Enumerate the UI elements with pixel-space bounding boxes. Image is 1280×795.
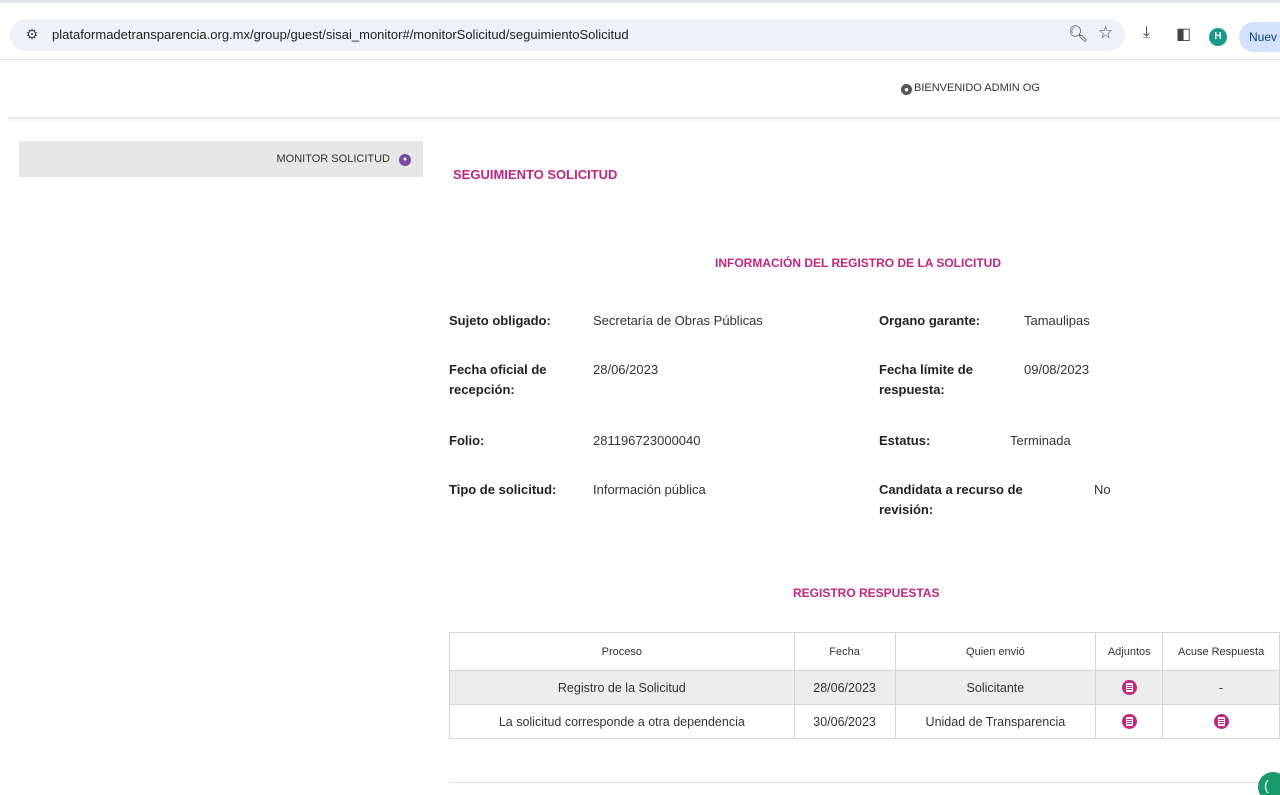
fecha-oficial-label: Fecha oficial de recepción: bbox=[449, 362, 547, 397]
sujeto-obligado-value: Secretaría de Obras Públicas bbox=[593, 313, 763, 328]
organo-garante-value: Tamaulipas bbox=[1024, 313, 1090, 328]
fecha-limite-value: 09/08/2023 bbox=[1024, 362, 1090, 377]
cell-fecha: 28/06/2023 bbox=[793, 670, 896, 705]
chat-help-button[interactable]: ( bbox=[1258, 772, 1280, 795]
candidata-recurso-label: Candidata a recurso de revisión: bbox=[879, 482, 1023, 517]
cell-acuse bbox=[1162, 704, 1280, 739]
cell-adjuntos bbox=[1095, 670, 1164, 705]
header-shadow bbox=[8, 117, 1280, 121]
table-row: La solicitud corresponde a otra dependen… bbox=[449, 704, 1280, 739]
column-header-adjuntos: Adjuntos bbox=[1095, 632, 1164, 671]
estatus-label: Estatus: bbox=[879, 433, 931, 448]
column-header-fecha: Fecha bbox=[793, 632, 896, 671]
address-bar[interactable]: ⚙ plataformadetransparencia.org.mx/group… bbox=[10, 19, 1125, 51]
url-text[interactable]: plataformadetransparencia.org.mx/group/g… bbox=[52, 27, 629, 42]
new-chrome-button[interactable]: Nuev bbox=[1239, 22, 1280, 52]
monitor-icon: ● bbox=[399, 154, 411, 166]
cell-quien-envio: Solicitante bbox=[894, 670, 1097, 705]
sujeto-obligado-label: Sujeto obligado: bbox=[449, 313, 551, 328]
estatus-value: Terminada bbox=[1010, 433, 1071, 448]
tipo-solicitud-value: Información pública bbox=[593, 482, 706, 497]
cell-quien-envio: Unidad de Transparencia bbox=[894, 704, 1097, 739]
file-icon[interactable] bbox=[1213, 714, 1229, 730]
fecha-limite-label: Fecha límite de respuesta: bbox=[879, 362, 973, 397]
welcome-text: BIENVENIDO ADMIN OG bbox=[914, 82, 1040, 94]
file-icon[interactable] bbox=[1121, 680, 1137, 696]
zoom-icon[interactable]: 🔍︎ bbox=[1068, 24, 1088, 44]
candidata-recurso-value: No bbox=[1094, 482, 1111, 497]
sidebar-item-label: MONITOR SOLICITUD bbox=[276, 153, 390, 165]
browser-toolbar: ⚙ plataformadetransparencia.org.mx/group… bbox=[0, 0, 1280, 60]
sidebar-item-monitor-solicitud[interactable]: MONITOR SOLICITUD ● bbox=[19, 141, 423, 177]
download-icon[interactable]: ⤓ bbox=[1143, 24, 1150, 42]
cell-proceso: Registro de la Solicitud bbox=[449, 670, 795, 705]
side-panel-icon[interactable]: ◧ bbox=[1176, 24, 1191, 44]
cell-fecha: 30/06/2023 bbox=[793, 704, 896, 739]
responses-section-title: REGISTRO RESPUESTAS bbox=[793, 586, 940, 600]
info-section-title: INFORMACIÓN DEL REGISTRO DE LA SOLICITUD bbox=[715, 256, 1002, 270]
fecha-oficial-value: 28/06/2023 bbox=[593, 362, 659, 377]
file-icon[interactable] bbox=[1121, 714, 1137, 730]
table-row: Registro de la Solicitud 28/06/2023 Soli… bbox=[449, 670, 1280, 705]
cell-proceso: La solicitud corresponde a otra dependen… bbox=[449, 704, 795, 739]
folio-value: 281196723000040 bbox=[593, 433, 701, 448]
profile-avatar[interactable]: H bbox=[1209, 28, 1227, 46]
responses-table: Proceso Fecha Quien envió Adjuntos Acuse… bbox=[449, 632, 1280, 739]
site-settings-icon[interactable]: ⚙ bbox=[24, 26, 40, 43]
cell-acuse: - bbox=[1162, 670, 1280, 705]
page-title: SEGUIMIENTO SOLICITUD bbox=[453, 167, 618, 182]
tipo-solicitud-label: Tipo de solicitud: bbox=[449, 482, 557, 497]
content-divider bbox=[449, 782, 1280, 783]
bookmark-star-icon[interactable]: ☆ bbox=[1098, 23, 1113, 43]
site-header: ● BIENVENIDO ADMIN OG bbox=[0, 60, 1280, 118]
column-header-acuse-respuesta: Acuse Respuesta bbox=[1162, 632, 1280, 671]
user-welcome[interactable]: ● BIENVENIDO ADMIN OG bbox=[901, 82, 1040, 95]
table-header-row: Proceso Fecha Quien envió Adjuntos Acuse… bbox=[449, 632, 1280, 671]
user-icon: ● bbox=[901, 84, 912, 95]
organo-garante-label: Organo garante: bbox=[879, 313, 981, 328]
column-header-quien-envio: Quien envió bbox=[894, 632, 1097, 671]
folio-label: Folio: bbox=[449, 433, 485, 448]
column-header-proceso: Proceso bbox=[449, 632, 795, 671]
cell-adjuntos bbox=[1095, 704, 1164, 739]
